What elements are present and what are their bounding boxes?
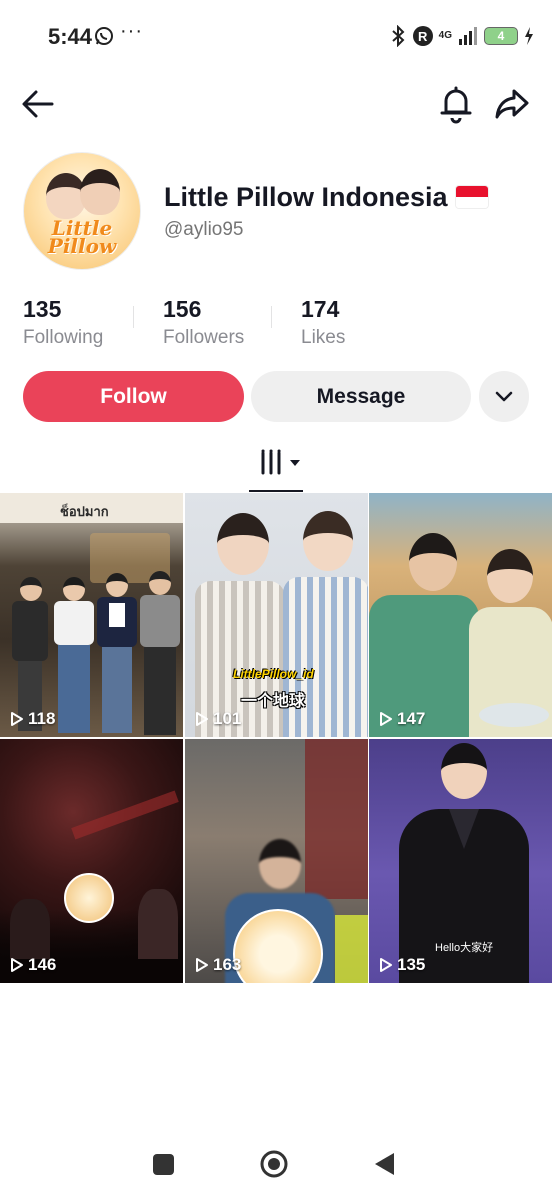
play-icon xyxy=(11,958,23,972)
status-time: 5:44 xyxy=(48,24,93,49)
stat-following[interactable]: 135 Following xyxy=(23,296,103,349)
video-thumbnail-5[interactable]: 163 xyxy=(185,739,368,983)
stat-label: Following xyxy=(23,327,104,348)
view-count: 147 xyxy=(379,709,425,729)
view-count-text: 135 xyxy=(397,955,426,974)
avatar[interactable]: Little Pillow xyxy=(23,152,141,270)
view-count-text: 101 xyxy=(213,709,242,728)
home-button[interactable] xyxy=(260,1150,288,1178)
view-count-text: 147 xyxy=(397,709,426,728)
thumb-silhouette xyxy=(138,889,178,959)
stat-value: 135 xyxy=(23,296,62,322)
thumb-logo-overlay xyxy=(64,873,114,923)
avatar-person-right xyxy=(80,169,120,215)
play-icon xyxy=(380,958,392,972)
thumb-person xyxy=(138,571,182,737)
stat-followers[interactable]: 156 Followers xyxy=(163,296,244,349)
play-icon xyxy=(196,712,208,726)
stat-divider xyxy=(271,306,272,328)
profile-name: Little Pillow Indonesia xyxy=(164,182,488,213)
system-back-button[interactable] xyxy=(372,1151,396,1177)
thumb-person xyxy=(52,577,96,737)
signal-icon xyxy=(459,27,477,45)
view-count: 118 xyxy=(10,709,55,729)
video-grid: ช็อปมาก 118 LittlePillow_id 一个地球 101 147… xyxy=(0,493,552,983)
video-thumbnail-4[interactable]: 146 xyxy=(0,739,183,983)
chevron-down-icon xyxy=(495,391,513,401)
whatsapp-icon xyxy=(95,27,113,45)
video-thumbnail-6[interactable]: Hello大家好 135 xyxy=(369,739,552,983)
bluetooth-icon xyxy=(391,25,405,47)
thumb-caption: Hello大家好 xyxy=(435,942,494,954)
view-count: 135 xyxy=(379,955,425,975)
play-icon xyxy=(380,712,392,726)
view-count: 146 xyxy=(10,955,56,975)
back-arrow-icon[interactable] xyxy=(20,86,56,122)
thumb-light xyxy=(71,790,179,840)
video-thumbnail-3[interactable]: 147 xyxy=(369,493,552,737)
message-button[interactable]: Message xyxy=(251,371,471,422)
thumb-vest xyxy=(335,915,368,983)
thumb-caption: ช็อปมาก xyxy=(60,504,109,519)
thumb-caption: LittlePillow_id xyxy=(233,667,314,681)
thumb-person xyxy=(96,573,138,737)
bell-icon[interactable] xyxy=(438,84,474,124)
avatar-logo-text: Little Pillow xyxy=(47,216,117,258)
status-bar: 5:44 ··· R 4G 4 xyxy=(0,0,552,72)
thumb-silhouette xyxy=(10,899,50,959)
profile-username: @aylio95 xyxy=(164,219,244,240)
view-count-text: 163 xyxy=(213,955,242,974)
charging-icon xyxy=(525,27,533,45)
play-icon xyxy=(11,712,23,726)
suggested-accounts-button[interactable] xyxy=(479,371,529,422)
view-count-text: 118 xyxy=(28,709,56,728)
tab-underline xyxy=(249,490,303,492)
network-type: 4G xyxy=(438,30,452,41)
more-notifications-icon: ··· xyxy=(120,20,143,42)
follow-button[interactable]: Follow xyxy=(23,371,244,422)
thumb-caption-2: 一个地球 xyxy=(241,693,306,710)
stat-divider xyxy=(133,306,134,328)
profile-name-text: Little Pillow Indonesia xyxy=(164,182,448,212)
indonesia-flag-icon xyxy=(455,186,488,208)
stat-likes[interactable]: 174 Likes xyxy=(301,296,345,349)
stat-value: 174 xyxy=(301,296,340,322)
stat-label: Likes xyxy=(301,327,346,348)
view-count: 101 xyxy=(195,709,241,729)
share-icon[interactable] xyxy=(494,86,530,122)
stat-value: 156 xyxy=(163,296,202,322)
view-count-text: 146 xyxy=(28,955,57,974)
recent-apps-button[interactable] xyxy=(153,1154,174,1175)
video-thumbnail-1[interactable]: ช็อปมาก 118 xyxy=(0,493,183,737)
r-badge-icon: R xyxy=(412,26,433,46)
play-icon xyxy=(196,958,208,972)
view-count: 163 xyxy=(195,955,241,975)
stat-label: Followers xyxy=(163,327,245,348)
video-thumbnail-2[interactable]: LittlePillow_id 一个地球 101 xyxy=(185,493,368,737)
thumb-person xyxy=(369,533,479,737)
thumb-plate xyxy=(479,703,549,727)
videos-tab-grid-icon[interactable] xyxy=(248,448,304,492)
battery-icon: 4 xyxy=(484,27,518,45)
